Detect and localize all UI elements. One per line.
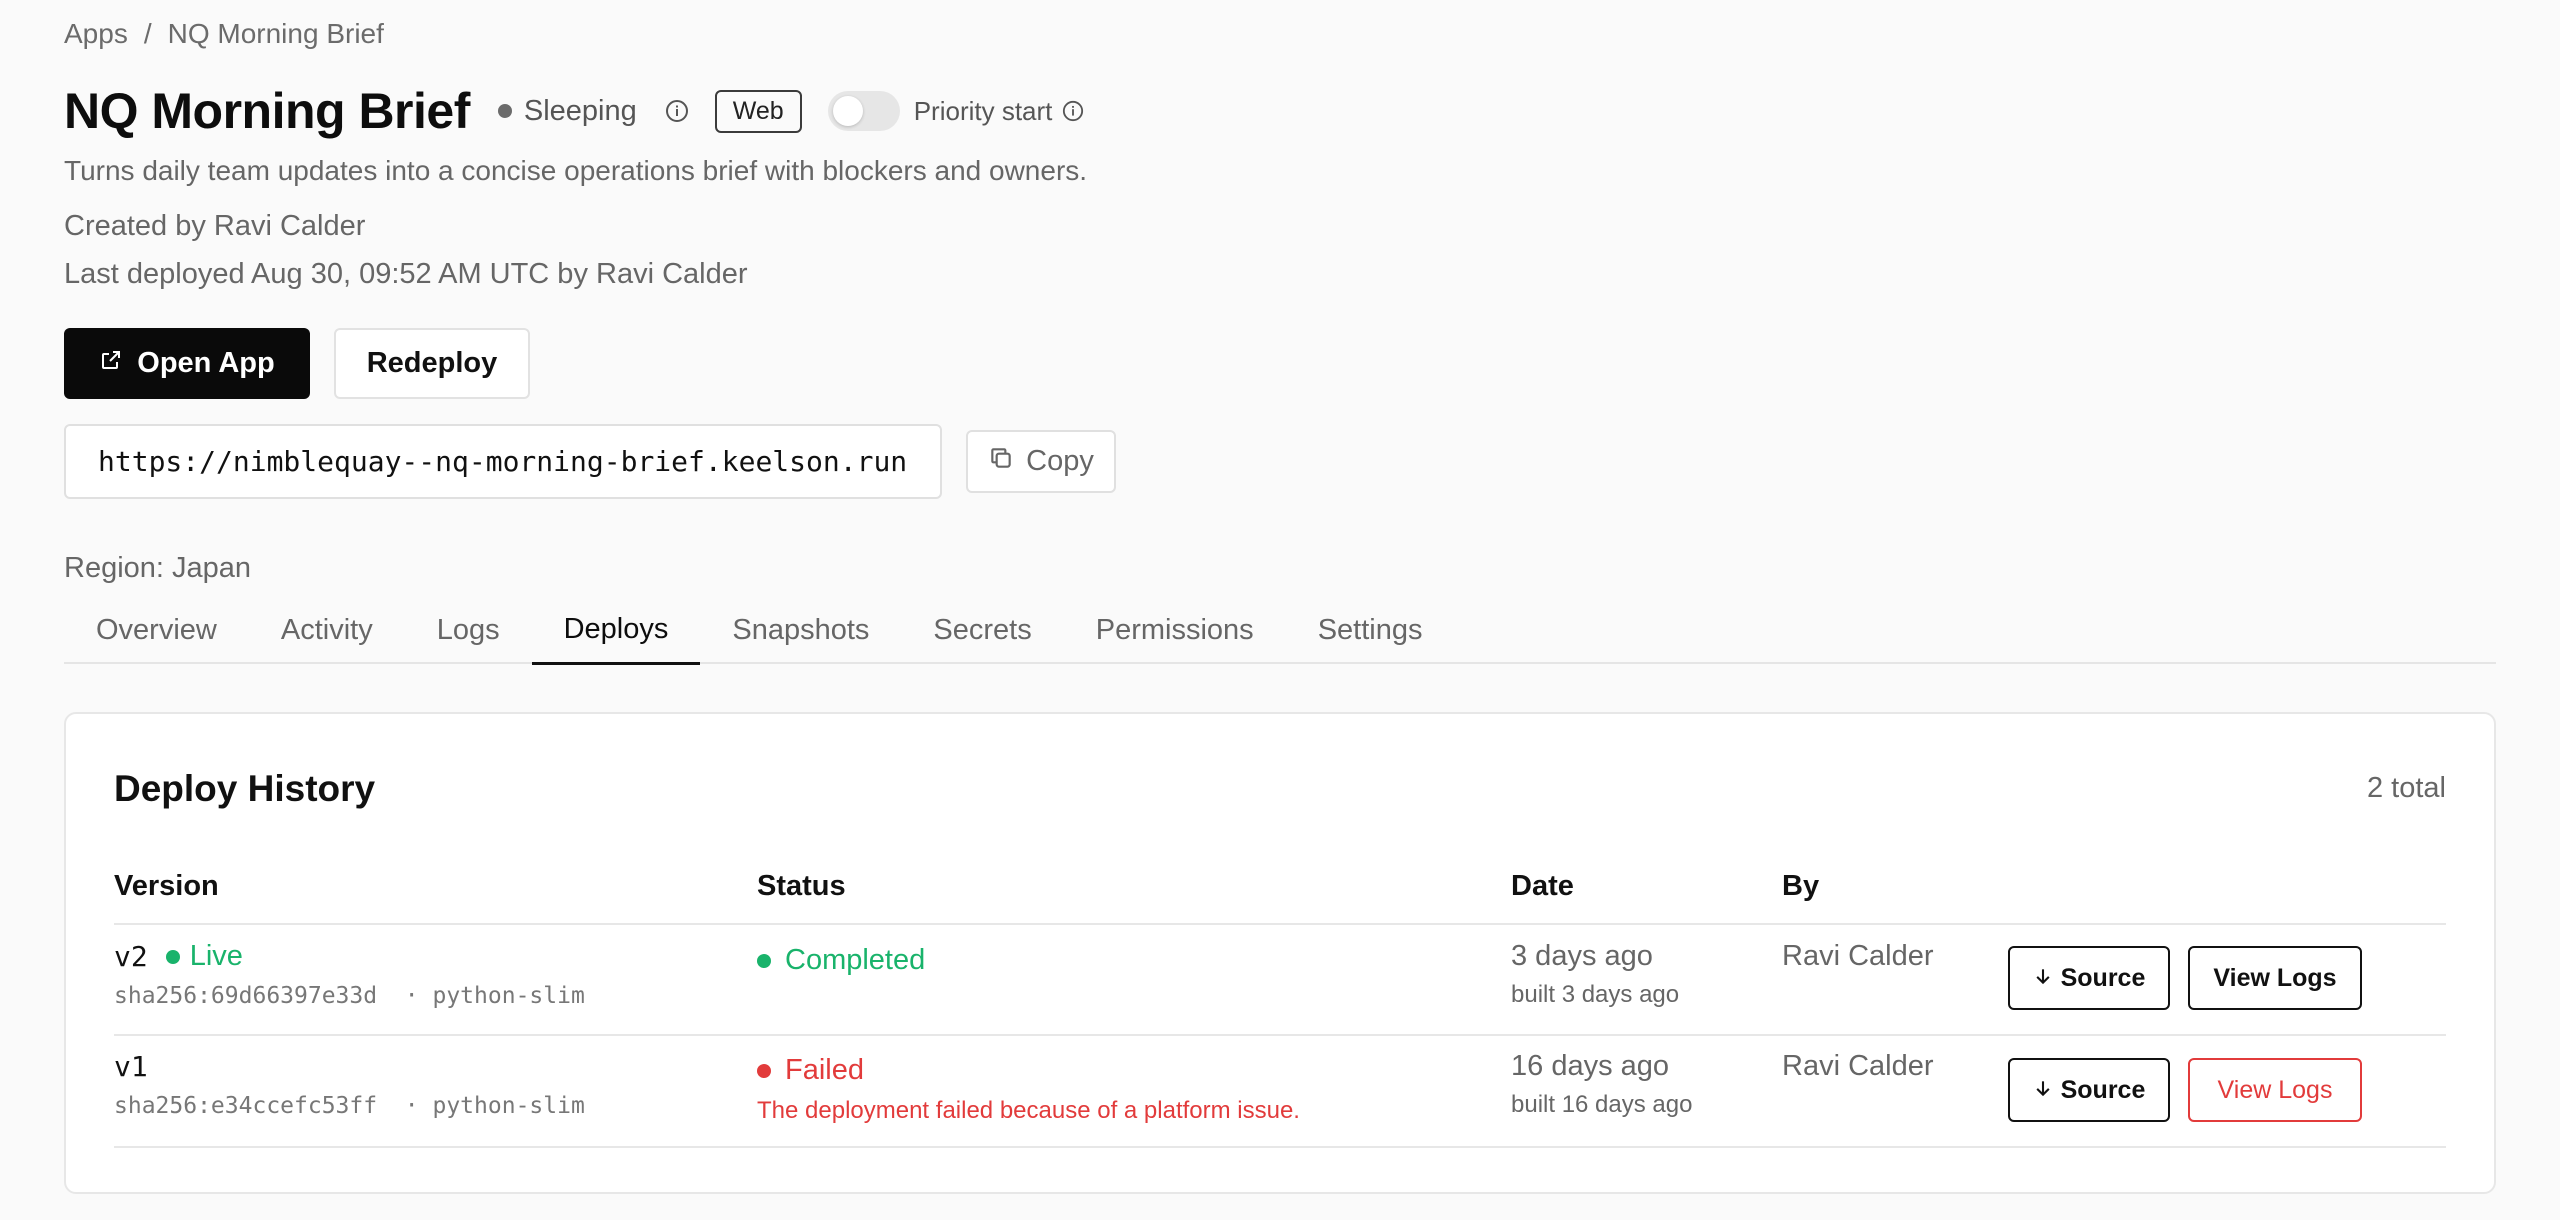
tab-secrets[interactable]: Secrets	[901, 596, 1063, 664]
tab-settings[interactable]: Settings	[1286, 596, 1455, 664]
app-description: Turns daily team updates into a concise …	[64, 155, 1088, 186]
tab-permissions[interactable]: Permissions	[1064, 596, 1286, 664]
tab-activity[interactable]: Activity	[249, 596, 405, 664]
arrow-down-icon	[2033, 1076, 2053, 1105]
deploy-date: 3 days ago	[1511, 940, 1653, 972]
priority-start-label: Priority start	[913, 95, 1053, 126]
table-row-v1: v1 sha256:e34ccefc53ff · python-slim	[114, 1050, 585, 1119]
arrow-down-icon	[2033, 964, 2053, 993]
tab-snapshots[interactable]: Snapshots	[700, 596, 901, 664]
info-icon[interactable]	[665, 99, 689, 123]
version-cell: v1	[114, 1050, 585, 1083]
app-url-field[interactable]: https://nimblequay--nq-morning-brief.kee…	[64, 424, 942, 499]
live-dot	[165, 949, 180, 964]
live-badge: Live	[189, 940, 243, 972]
source-button[interactable]: Source	[2008, 1058, 2170, 1122]
page-title: NQ Morning Brief	[64, 83, 470, 139]
tab-overview[interactable]: Overview	[64, 596, 249, 664]
version-meta: sha256:69d66397e33d · python-slim	[114, 983, 585, 1009]
status-text: Sleeping	[523, 94, 637, 127]
deploy-history-title: Deploy History	[114, 768, 376, 809]
tab-logs[interactable]: Logs	[405, 596, 532, 664]
source-button[interactable]: Source	[2008, 946, 2170, 1010]
external-link-icon	[99, 347, 123, 380]
version-label: v1	[114, 1050, 148, 1083]
column-header-status: Status	[757, 870, 846, 902]
open-app-button[interactable]: Open App	[64, 328, 310, 399]
date-cell: 16 days ago built 16 days ago	[1511, 1050, 1692, 1119]
version-cell: v2 Live	[114, 940, 585, 973]
deploy-date: 16 days ago	[1511, 1050, 1670, 1082]
built-date: built 16 days ago	[1511, 1091, 1693, 1118]
status-failed-cell: Failed The deployment failed because of …	[757, 1054, 1300, 1125]
deployed-by: Ravi Calder	[1782, 940, 1934, 972]
copy-url-button[interactable]: Copy	[966, 430, 1116, 493]
redeploy-button[interactable]: Redeploy	[334, 328, 530, 399]
source-label: Source	[2060, 963, 2146, 992]
column-header-version: Version	[114, 870, 219, 902]
source-label: Source	[2060, 1075, 2146, 1104]
view-logs-button[interactable]: View Logs	[2188, 1058, 2362, 1122]
tab-bar: Overview Activity Logs Deploys Snapshots…	[64, 596, 2496, 665]
breadcrumb: Apps / NQ Morning Brief	[64, 18, 384, 50]
version-meta: sha256:e34ccefc53ff · python-slim	[114, 1093, 585, 1119]
column-header-by: By	[1782, 870, 1820, 902]
row-divider	[114, 1034, 2446, 1036]
breadcrumb-apps-link[interactable]: Apps	[64, 18, 128, 50]
tab-deploys[interactable]: Deploys	[531, 596, 701, 665]
app-detail-page: Apps / NQ Morning Brief NQ Morning Brief…	[0, 0, 2560, 1220]
column-header-date: Date	[1511, 870, 1574, 902]
copy-label: Copy	[1026, 445, 1094, 477]
table-row-v2: v2 Live sha256:69d66397e33d · python-sli…	[114, 940, 585, 1009]
status-label: Completed	[785, 944, 926, 976]
error-message: The deployment failed because of a platf…	[757, 1097, 1300, 1124]
created-by: Created by Ravi Calder	[64, 210, 366, 242]
version-label: v2	[114, 940, 148, 973]
built-date: built 3 days ago	[1511, 981, 1680, 1008]
breadcrumb-separator: /	[143, 18, 152, 49]
status-dot	[757, 953, 771, 968]
status-label: Failed	[785, 1054, 864, 1086]
region-label: Region: Japan	[64, 552, 252, 584]
deployed-by: Ravi Calder	[1782, 1050, 1934, 1082]
type-badge: Web	[714, 89, 802, 133]
status-dot	[497, 104, 512, 118]
row-divider	[114, 1146, 2446, 1148]
status-failed: Failed	[757, 1054, 1300, 1087]
date-cell: 3 days ago built 3 days ago	[1511, 940, 1679, 1009]
view-logs-button[interactable]: View Logs	[2188, 946, 2362, 1010]
priority-start-toggle[interactable]	[827, 91, 900, 131]
status-dot	[757, 1063, 771, 1078]
copy-icon	[988, 445, 1014, 479]
header-divider	[114, 923, 2446, 925]
open-app-label: Open App	[137, 347, 275, 379]
priority-info-icon[interactable]	[1062, 100, 1084, 122]
last-deployed: Last deployed Aug 30, 09:52 AM UTC by Ra…	[64, 258, 748, 290]
breadcrumb-current: NQ Morning Brief	[167, 18, 384, 49]
deploy-history-card: Deploy History 2 total Version Status Da…	[64, 712, 2496, 1194]
status-completed: Completed	[757, 944, 925, 977]
title-row: NQ Morning Brief Sleeping Web Priority s…	[64, 78, 1084, 144]
deploy-count: 2 total	[2367, 772, 2446, 804]
